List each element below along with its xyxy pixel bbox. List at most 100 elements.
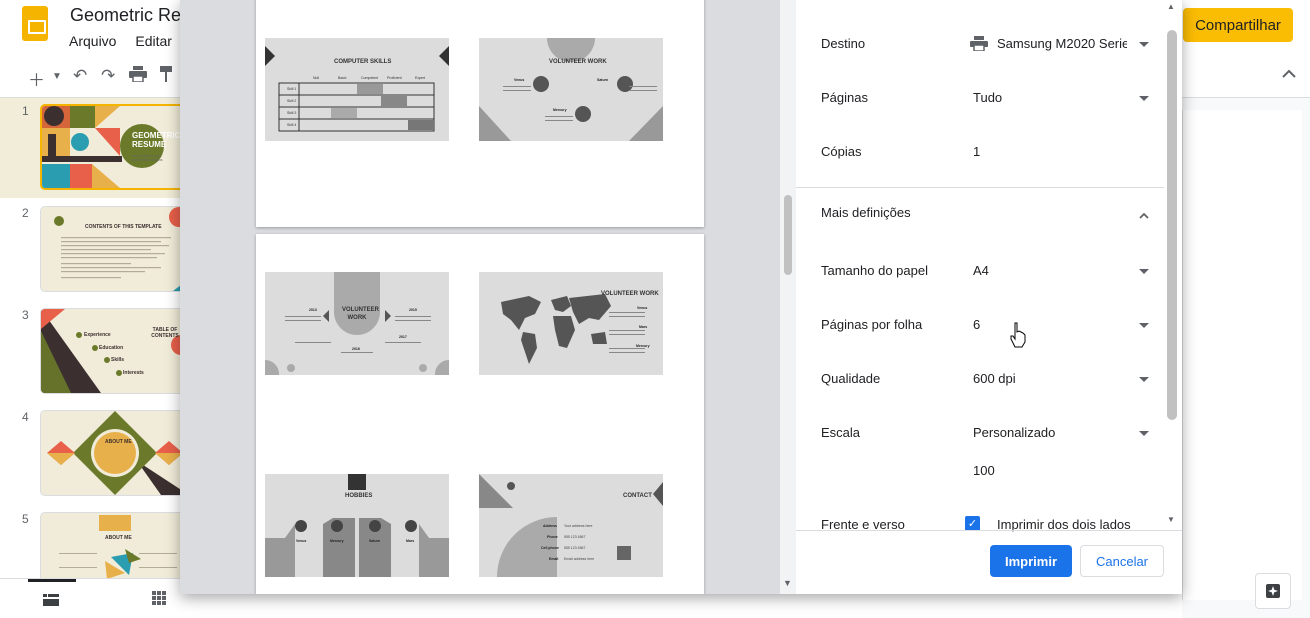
pages-per-sheet-select[interactable]: 6 xyxy=(973,317,980,332)
paper-size-label: Tamanho do papel xyxy=(821,263,928,278)
chevron-down-icon[interactable] xyxy=(1139,377,1149,382)
skill-row: Skill 3 xyxy=(287,111,297,115)
print-preview-area: COMPUTER SKILLS Null Basic Competent Pro… xyxy=(180,0,780,594)
divider xyxy=(796,187,1164,188)
skill-row: Skill 2 xyxy=(287,99,297,103)
preview-slide: VOLUNTEER WORK Venus Mars Mercury xyxy=(479,272,663,375)
undo-icon[interactable]: ↶ xyxy=(73,66,87,86)
printer-icon xyxy=(970,36,988,56)
preview-slide: VOLUNTEER WORK Venus Saturn Mercury xyxy=(479,38,663,141)
skill-col: Basic xyxy=(338,76,347,80)
label: Venus xyxy=(296,539,307,543)
chevron-down-icon[interactable] xyxy=(1139,269,1149,274)
chevron-up-icon[interactable] xyxy=(1282,66,1296,84)
label: Saturn xyxy=(369,539,381,543)
document-title[interactable]: Geometric Re xyxy=(70,5,181,26)
value: 555 123 4567 xyxy=(564,535,586,539)
toc-item: Skills xyxy=(111,357,125,363)
preview-scrollbar-thumb[interactable] xyxy=(784,195,792,275)
slide-number: 5 xyxy=(22,512,29,526)
pages-per-sheet-label: Páginas por folha xyxy=(821,317,923,332)
skill-row: Skill 1 xyxy=(287,87,297,91)
menu-editar[interactable]: Editar xyxy=(135,33,172,49)
more-settings-toggle[interactable]: Mais definições xyxy=(821,205,911,220)
editor-slide-canvas xyxy=(1182,110,1302,600)
share-button[interactable]: Compartilhar xyxy=(1183,8,1293,42)
slide-thumbnail[interactable]: GEOMETRIC RESUME Here is where your pres… xyxy=(40,104,190,190)
dropdown-icon[interactable]: ▼ xyxy=(52,71,62,82)
year: 2016 xyxy=(352,347,360,351)
slide-thumbnail[interactable]: CONTENTS OF THIS TEMPLATE xyxy=(40,206,190,292)
scale-custom-input[interactable]: 100 xyxy=(973,463,995,478)
value: Email address here xyxy=(564,557,595,561)
chevron-down-icon[interactable] xyxy=(1139,96,1149,101)
pages-select[interactable]: Tudo xyxy=(973,90,1002,105)
preview-page: COMPUTER SKILLS Null Basic Competent Pro… xyxy=(256,0,704,227)
slide-title: ABOUT ME xyxy=(105,439,132,445)
scale-select[interactable]: Personalizado xyxy=(973,425,1055,440)
slides-logo-icon[interactable] xyxy=(22,6,48,41)
chevron-up-icon[interactable] xyxy=(1139,206,1149,224)
grid-view-icon[interactable] xyxy=(152,591,166,608)
hand-cursor-icon xyxy=(1010,322,1026,348)
menu-arquivo[interactable]: Arquivo xyxy=(69,33,116,49)
print-button[interactable]: Imprimir xyxy=(990,545,1072,577)
label: Mars xyxy=(639,325,648,329)
chevron-down-icon[interactable] xyxy=(1139,431,1149,436)
settings-scrollbar-thumb[interactable] xyxy=(1167,30,1177,420)
menu-bar: Arquivo Editar xyxy=(69,33,187,49)
scroll-down-arrow-icon[interactable]: ▼ xyxy=(783,578,792,588)
skill-row: Skill 4 xyxy=(287,123,297,127)
chevron-down-icon[interactable] xyxy=(1139,42,1149,47)
preview-slide: COMPUTER SKILLS Null Basic Competent Pro… xyxy=(265,38,449,141)
slide-number: 1 xyxy=(22,104,29,118)
paint-format-icon[interactable] xyxy=(160,66,172,87)
preview-slide: CONTACT Address Phone Cell phone Email Y… xyxy=(479,474,663,577)
cancel-button[interactable]: Cancelar xyxy=(1080,545,1164,577)
quality-select[interactable]: 600 dpi xyxy=(973,371,1016,386)
scale-label: Escala xyxy=(821,425,861,440)
paper-size-select[interactable]: A4 xyxy=(973,263,989,278)
label: Mercury xyxy=(330,539,344,543)
settings-scrollbar[interactable]: ▲ ▼ xyxy=(1164,0,1178,530)
preview-page: VOLUNTEER WORK 2013 2015 2016 2017 VOLUN… xyxy=(256,234,704,594)
year: 2017 xyxy=(399,335,407,339)
slide-subtitle: Here is where your presentation begins xyxy=(132,154,163,162)
redo-icon[interactable]: ↷ xyxy=(101,66,115,86)
print-dialog: COMPUTER SKILLS Null Basic Competent Pro… xyxy=(180,0,1182,594)
slide-thumbnail[interactable]: TABLE OF CONTENTS Experience Education S… xyxy=(40,308,190,394)
preview-slide: HOBBIES Venus Mercury Saturn Mars xyxy=(265,474,449,577)
preview-scrollbar[interactable]: ▼ xyxy=(780,0,796,594)
slide-number: 3 xyxy=(22,308,29,322)
skill-col: Expert xyxy=(415,76,426,80)
toc-item: Experience xyxy=(84,332,111,338)
scroll-down-arrow-icon[interactable]: ▼ xyxy=(1167,515,1175,524)
copies-input[interactable]: 1 xyxy=(973,144,980,159)
destination-label: Destino xyxy=(821,36,866,51)
label: Mercury xyxy=(636,344,650,348)
pages-label: Páginas xyxy=(821,90,868,105)
label: Email xyxy=(549,557,559,561)
preview-slide-title: COMPUTER SKILLS xyxy=(334,59,392,65)
duplex-checkbox[interactable]: ✓ xyxy=(965,516,980,531)
label: Venus xyxy=(637,306,648,310)
list-view-icon[interactable] xyxy=(43,593,59,609)
value: 555 123 4567 xyxy=(564,546,586,550)
slide-title: ABOUT ME xyxy=(105,535,132,541)
label: Mars xyxy=(406,539,415,543)
add-icon[interactable]: ＋ xyxy=(28,66,45,91)
divider xyxy=(796,530,1182,531)
label: Venus xyxy=(514,78,525,82)
print-settings-panel: Destino Samsung M2020 Serie Páginas Tudo… xyxy=(796,0,1182,594)
scroll-up-arrow-icon[interactable]: ▲ xyxy=(1167,2,1175,11)
slide-thumbnail[interactable]: ABOUT ME xyxy=(40,410,190,496)
chevron-down-icon[interactable] xyxy=(1139,323,1149,328)
explore-icon[interactable] xyxy=(1255,573,1291,609)
slide-title: CONTENTS OF THIS TEMPLATE xyxy=(85,224,162,230)
destination-select[interactable]: Samsung M2020 Serie xyxy=(997,36,1127,51)
quality-label: Qualidade xyxy=(821,371,881,386)
print-icon[interactable] xyxy=(129,66,147,87)
preview-slide-title: CONTACT xyxy=(623,493,652,499)
slide-title: TABLE OF CONTENTS xyxy=(151,327,179,339)
copies-label: Cópias xyxy=(821,144,862,159)
